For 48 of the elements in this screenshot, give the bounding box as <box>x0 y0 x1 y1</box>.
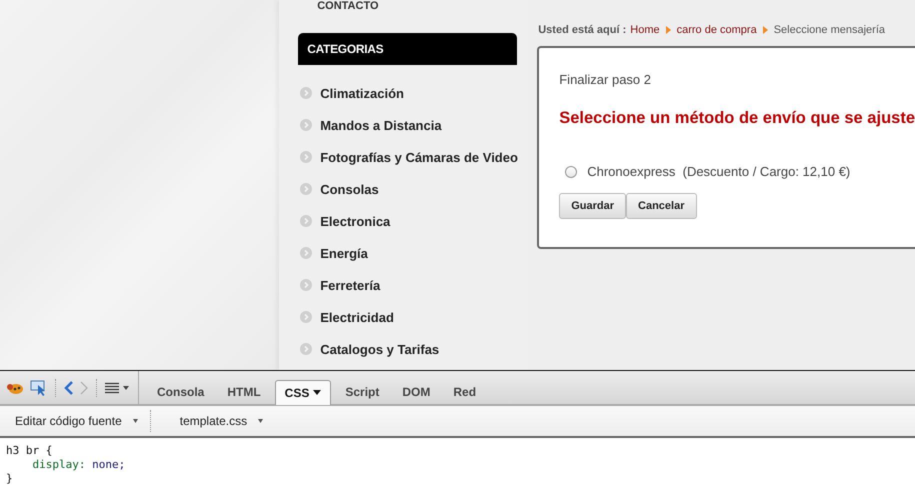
devtools-tab[interactable]: Script <box>336 380 388 404</box>
caret-icon <box>132 419 138 423</box>
category-link[interactable]: Energía <box>320 246 368 260</box>
devtools-tab[interactable]: Consola <box>148 380 214 404</box>
chevron-circle-icon <box>300 247 312 259</box>
chevron-circle-icon <box>300 279 312 291</box>
category-link[interactable]: Mandos a Distancia <box>320 118 442 132</box>
code-line: h3 br { <box>6 444 54 458</box>
category-link[interactable]: Catalogos y Tarifas <box>320 342 440 356</box>
shipping-option-label: Chronoexpress (Descuento / Cargo: 12,10 €) <box>587 164 850 179</box>
breadcrumb-label: Usted está aquí : <box>538 24 626 36</box>
chevron-circle-icon <box>300 215 312 227</box>
menu-link[interactable]: CONTACTO <box>317 0 528 12</box>
caret-icon <box>258 419 264 423</box>
section-heading: Seleccione un método de envío que se ajuste <box>559 109 915 128</box>
devtools-tab[interactable]: HTML <box>218 380 270 404</box>
devtools-tab[interactable]: DOM <box>393 380 440 404</box>
chevron-circle-icon <box>300 87 312 99</box>
breadcrumb-link[interactable]: Home <box>630 24 660 36</box>
step-label: Finalizar paso 2 <box>559 72 652 87</box>
category-link[interactable]: Consolas <box>320 182 379 196</box>
chevron-circle-icon <box>300 343 312 355</box>
radio-button[interactable] <box>565 166 578 178</box>
category-link[interactable]: Electricidad <box>320 310 394 324</box>
form-button[interactable]: Cancelar <box>626 193 697 219</box>
menu-icon[interactable] <box>105 382 119 394</box>
breadcrumb-current: Seleccione mensajería <box>774 24 885 36</box>
source-dropdown[interactable]: Editar código fuente <box>15 414 138 428</box>
devtools-tab[interactable]: Red <box>444 380 486 404</box>
chevron-circle-icon <box>300 151 312 163</box>
category-link[interactable]: Fotografías y Cámaras de Video <box>320 150 518 164</box>
devtools-tab[interactable]: CSS <box>274 380 332 404</box>
caret-icon[interactable] <box>123 386 129 390</box>
chevron-circle-icon <box>300 183 312 195</box>
code-line: } <box>6 472 14 486</box>
arrow-right-icon <box>762 26 768 34</box>
back-icon[interactable] <box>64 380 74 394</box>
category-link[interactable]: Ferretería <box>320 278 380 292</box>
breadcrumb-link[interactable]: carro de compra <box>676 24 757 36</box>
file-dropdown[interactable]: template.css <box>180 414 264 428</box>
code-line: display: none; <box>31 458 126 472</box>
categories-header: CATEGORIAS <box>298 33 518 65</box>
category-link[interactable]: Electronica <box>320 214 390 228</box>
chevron-circle-icon <box>300 311 312 323</box>
chevron-circle-icon <box>300 119 312 131</box>
form-button[interactable]: Guardar <box>559 193 626 219</box>
category-link[interactable]: Climatización <box>320 86 404 100</box>
arrow-right-icon <box>666 26 671 34</box>
